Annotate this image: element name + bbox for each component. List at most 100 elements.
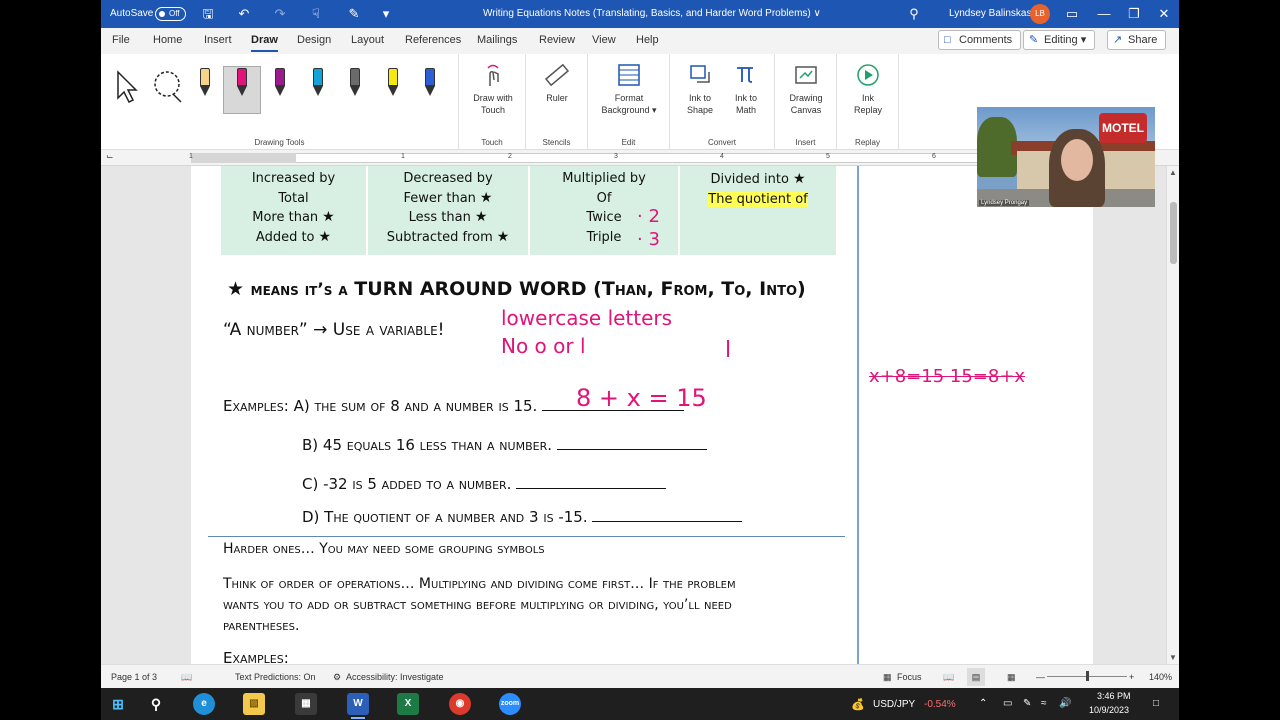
save-icon[interactable]: 🖫	[199, 5, 217, 23]
battery-icon[interactable]: ▭	[1003, 698, 1012, 709]
pen-purple-tool[interactable]	[271, 68, 289, 104]
zoom-out-icon[interactable]: —	[1036, 672, 1045, 682]
undo-icon[interactable]: ↶	[235, 5, 253, 23]
wifi-icon[interactable]: ≈	[1041, 698, 1047, 709]
ticker-symbol[interactable]: USD/JPY	[873, 699, 915, 710]
print-layout-icon[interactable]: ▤	[967, 668, 985, 686]
touch-mode-icon[interactable]: ☟	[307, 5, 325, 23]
answer-blank-c[interactable]	[516, 475, 667, 489]
status-bar: Page 1 of 3 📖 Text Predictions: On ⚙ Acc…	[101, 664, 1179, 688]
lasso-select-icon[interactable]	[151, 70, 185, 104]
pen-cyan-tool[interactable]	[309, 68, 327, 104]
proofing-icon[interactable]: 📖	[181, 672, 192, 683]
volume-icon[interactable]: 🔊	[1059, 698, 1071, 709]
select-cursor-icon[interactable]	[115, 70, 139, 104]
vertical-scrollbar[interactable]: ▲ ▼	[1166, 166, 1179, 664]
tab-file[interactable]: File	[112, 34, 130, 46]
chrome-icon[interactable]: ◉	[449, 693, 471, 715]
user-name[interactable]: Lyndsey Balinskas	[949, 8, 1031, 19]
drawing-canvas-button[interactable]: Drawing Canvas	[781, 62, 831, 116]
tab-references[interactable]: References	[405, 34, 461, 46]
file-explorer-icon[interactable]: ▧	[243, 693, 265, 715]
zoom-in-icon[interactable]: +	[1129, 672, 1134, 682]
zoom-app-icon[interactable]: zoom	[499, 693, 521, 715]
document-title[interactable]: Writing Equations Notes (Translating, Ba…	[483, 8, 821, 19]
maximize-icon[interactable]: ❐	[1125, 5, 1143, 23]
answer-blank-b[interactable]	[556, 436, 707, 450]
star-icon: ★	[474, 209, 488, 225]
ink-to-shape-label: Ink to Shape	[686, 93, 714, 115]
read-mode-icon[interactable]: 📖	[943, 672, 954, 683]
scroll-up-icon[interactable]: ▲	[1169, 168, 1177, 177]
zoom-level[interactable]: 140%	[1149, 672, 1172, 682]
ribbon-display-icon[interactable]: ▭	[1063, 5, 1081, 23]
store-icon[interactable]: ▦	[295, 693, 317, 715]
table-text-less-than: Less than ★	[408, 209, 488, 225]
a-number-note: “A number” → Use a variable!	[223, 320, 445, 340]
excel-icon[interactable]: X	[397, 693, 419, 715]
ruler-left-margin[interactable]	[191, 153, 296, 163]
tab-view[interactable]: View	[592, 34, 616, 46]
ink-to-math-icon	[737, 67, 753, 83]
pen-galaxy-tool[interactable]	[421, 68, 439, 104]
drawing-canvas-label: Drawing Canvas	[789, 93, 823, 115]
accessibility-icon: ⚙	[333, 672, 342, 682]
format-background-button[interactable]: Format Background ▾	[594, 62, 664, 116]
text-predictions-status[interactable]: Text Predictions: On	[235, 672, 316, 682]
close-icon[interactable]: ✕	[1155, 5, 1173, 23]
tab-design[interactable]: Design	[297, 34, 331, 46]
pen-pink-tool[interactable]	[233, 68, 251, 104]
ink-replay-button[interactable]: Ink Replay	[847, 62, 889, 116]
autosave-toggle[interactable]: Off	[155, 7, 186, 21]
editing-button[interactable]: ✎ Editing ▾	[1023, 30, 1096, 50]
clock-date[interactable]: 10/9/2023	[1089, 705, 1129, 715]
document-page[interactable]: Increased by Total More than ★ Added to ★ …	[191, 166, 859, 664]
accessibility-status[interactable]: Accessibility: Investigate	[346, 672, 444, 682]
page-count[interactable]: Page 1 of 3	[111, 672, 157, 682]
share-button[interactable]: ↗ Share	[1107, 30, 1167, 50]
draw-with-touch-button[interactable]: Draw with Touch	[467, 62, 519, 116]
redo-icon[interactable]: ↷	[271, 5, 289, 23]
comments-button[interactable]: □ Comments	[938, 30, 1022, 50]
tab-help[interactable]: Help	[636, 34, 659, 46]
pen-gray-tool[interactable]	[346, 68, 364, 104]
ruler-mark: 5	[826, 153, 830, 160]
ticker-change[interactable]: -0.54%	[924, 699, 956, 710]
windows-start-icon[interactable]: ⊞	[107, 693, 129, 715]
ink-to-shape-button[interactable]: Ink to Shape	[678, 62, 722, 116]
tab-mailings[interactable]: Mailings	[477, 34, 517, 46]
notifications-icon[interactable]: □	[1153, 698, 1159, 709]
tab-draw[interactable]: Draw	[251, 34, 278, 52]
tab-home[interactable]: Home	[153, 34, 182, 46]
scroll-thumb[interactable]	[1170, 202, 1177, 264]
tab-review[interactable]: Review	[539, 34, 575, 46]
tray-chevron-icon[interactable]: ⌃	[979, 698, 987, 709]
ruler-icon	[544, 63, 570, 87]
tab-insert[interactable]: Insert	[204, 34, 232, 46]
focus-button[interactable]: Focus	[897, 672, 922, 682]
edge-icon[interactable]: e	[193, 693, 215, 715]
customize-toolbar-icon[interactable]: ▾	[377, 5, 395, 23]
answer-blank-d[interactable]	[592, 508, 743, 522]
word-icon[interactable]: W	[347, 693, 369, 715]
touch-draw-icon	[487, 64, 499, 86]
highlighter-yellow-tool[interactable]	[384, 68, 402, 104]
draw-icon[interactable]: ✎	[345, 5, 363, 23]
zoom-slider-thumb[interactable]	[1086, 671, 1089, 681]
ink-to-math-button[interactable]: Ink to Math	[724, 62, 768, 116]
search-icon[interactable]: ⚲	[145, 693, 167, 715]
tab-selector-icon[interactable]: ⌙	[106, 151, 114, 162]
document-area: Increased by Total More than ★ Added to ★ …	[101, 166, 1179, 664]
pen-menu-icon[interactable]: ✎	[1023, 698, 1031, 709]
tab-layout[interactable]: Layout	[351, 34, 384, 46]
web-layout-icon[interactable]: ▦	[1007, 672, 1016, 683]
example-d: D) The quotient of a number and 3 is -15…	[302, 508, 743, 526]
minimize-icon[interactable]: —	[1095, 5, 1113, 23]
scroll-down-icon[interactable]: ▼	[1169, 653, 1177, 662]
clock-time[interactable]: 3:46 PM	[1097, 691, 1131, 701]
avatar[interactable]: LB	[1030, 4, 1050, 24]
markup-pane[interactable]: x+8=15 15=8+x	[859, 166, 1093, 664]
pencil-tool[interactable]	[196, 68, 214, 104]
ruler-button[interactable]: Ruler	[536, 62, 578, 104]
search-icon[interactable]: ⚲	[905, 5, 923, 23]
